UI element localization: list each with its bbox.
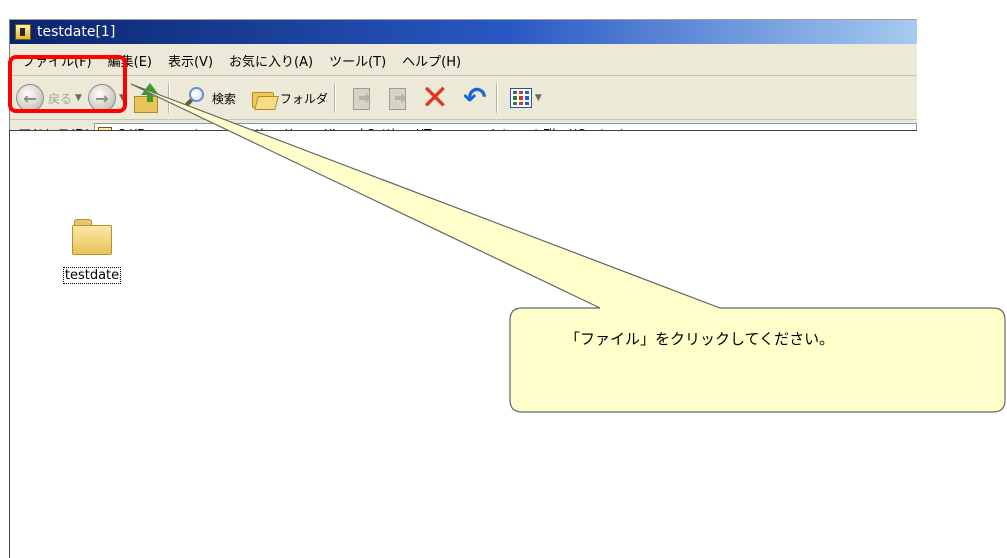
menu-bar: ファイル(F) 編集(E) 表示(V) お気に入り(A) ツール(T) ヘルプ(… — [10, 45, 917, 76]
menu-tools[interactable]: ツール(T) — [321, 51, 394, 70]
menu-view[interactable]: 表示(V) — [160, 51, 221, 70]
folders-label: フォルダ — [279, 91, 328, 106]
views-icon — [509, 88, 532, 108]
toolbar-separator — [167, 83, 170, 113]
move-to-button[interactable] — [348, 85, 374, 111]
folder-item[interactable]: testdate — [48, 219, 136, 284]
folders-icon — [250, 87, 279, 110]
window-title: testdate[1] — [37, 24, 116, 40]
search-button[interactable]: 検索 — [182, 85, 236, 111]
undo-button[interactable]: ↶ — [460, 84, 490, 112]
folder-label: testdate — [62, 267, 122, 284]
move-to-icon — [348, 85, 374, 111]
zip-folder-icon — [15, 24, 31, 40]
up-folder-button[interactable] — [132, 83, 162, 113]
up-folder-icon — [132, 83, 162, 113]
views-button[interactable]: ▼ — [509, 88, 542, 108]
search-label: 検索 — [211, 91, 236, 106]
toolbar-separator — [333, 83, 336, 113]
highlight-box — [8, 55, 127, 113]
toolbar-separator — [495, 83, 498, 113]
title-bar[interactable]: testdate[1] — [10, 20, 917, 44]
toolbar: ← 戻る ▼ → ▼ 検索 フォルダ ✕ ↶ ▼ — [10, 77, 917, 120]
delete-button[interactable]: ✕ — [420, 81, 450, 115]
folder-icon — [72, 219, 112, 255]
chevron-down-icon[interactable]: ▼ — [535, 93, 542, 103]
search-icon — [182, 85, 208, 111]
delete-icon: ✕ — [420, 78, 450, 118]
folders-button[interactable]: フォルダ — [250, 87, 328, 110]
menu-help[interactable]: ヘルプ(H) — [394, 51, 469, 70]
callout-text: 「ファイル」をクリックしてください。 — [565, 330, 835, 348]
undo-icon: ↶ — [463, 81, 487, 114]
menu-favorites[interactable]: お気に入り(A) — [221, 51, 321, 70]
copy-to-button[interactable] — [384, 85, 410, 111]
copy-to-icon — [384, 85, 410, 111]
